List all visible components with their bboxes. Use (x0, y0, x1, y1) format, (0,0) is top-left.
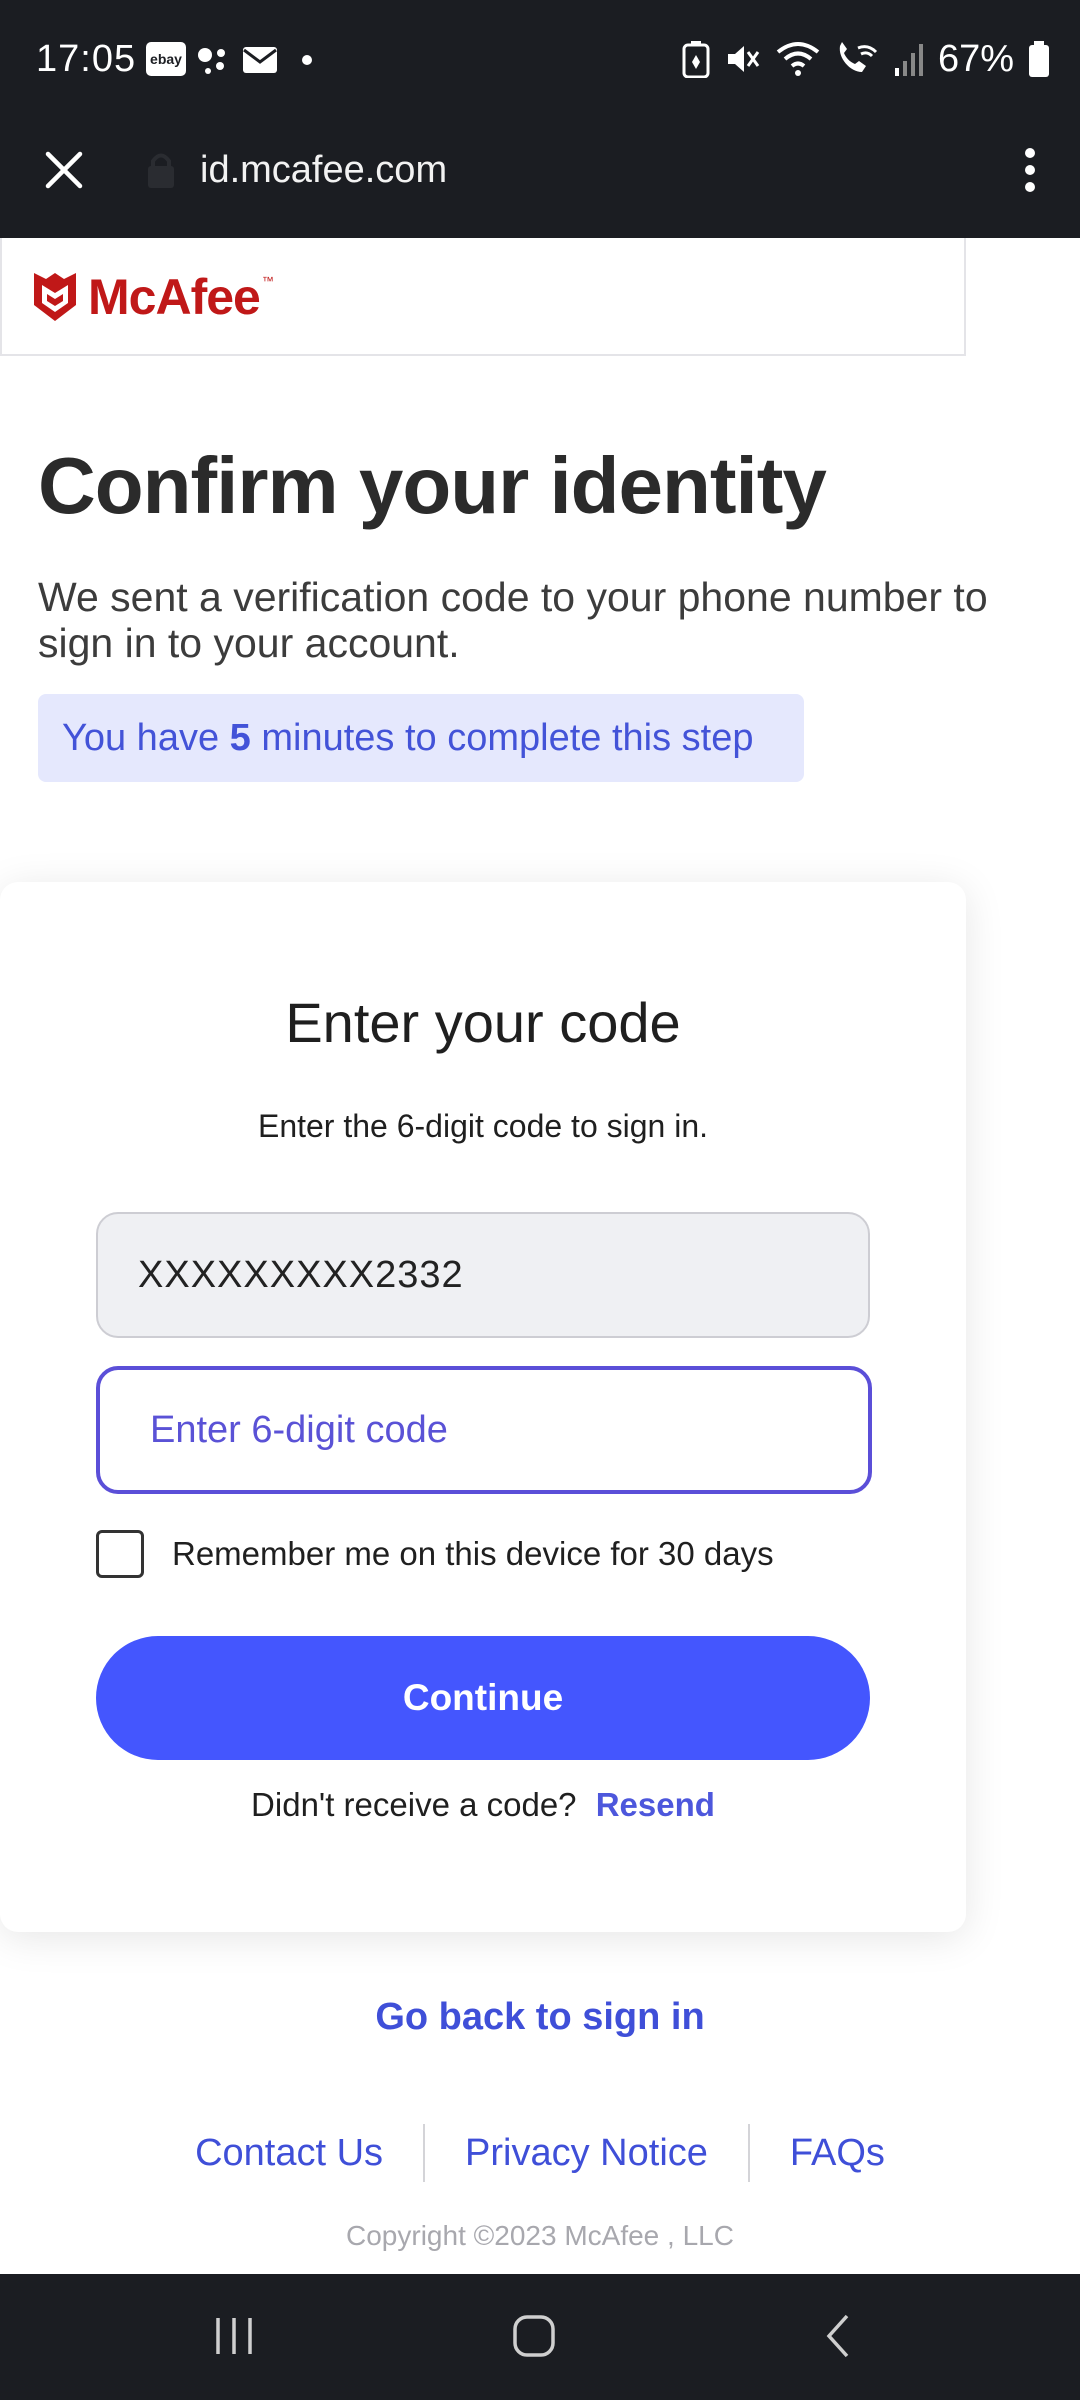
resend-link[interactable]: Resend (596, 1786, 715, 1823)
url-display[interactable]: id.mcafee.com (200, 140, 447, 200)
back-button[interactable] (788, 2296, 888, 2376)
mcafee-shield-icon (34, 273, 76, 321)
signal-icon (894, 44, 923, 76)
timer-banner: You have 5 minutes to complete this step (38, 694, 804, 782)
back-to-sign-in-link[interactable]: Go back to sign in (0, 1996, 1080, 2039)
battery-icon (1029, 41, 1049, 77)
contact-us-link[interactable]: Contact Us (155, 2132, 423, 2175)
remember-me-checkbox[interactable] (96, 1530, 144, 1578)
mail-icon (243, 47, 277, 73)
phone-number-field: XXXXXXXXX2332 (96, 1212, 870, 1338)
assistant-icon (198, 48, 225, 74)
verification-code-input[interactable] (96, 1366, 872, 1494)
faqs-link[interactable]: FAQs (750, 2132, 925, 2175)
mute-icon (727, 46, 760, 72)
code-card: Enter your code Enter the 6-digit code t… (0, 882, 966, 1932)
page-title: Confirm your identity (38, 441, 827, 530)
status-bar: 17:05 ebay 67% (0, 0, 1080, 120)
copyright: Copyright ©2023 McAfee , LLC (346, 2220, 734, 2251)
notification-dot-icon (302, 55, 312, 65)
timer-minutes: 5 (229, 717, 251, 759)
browser-toolbar: id.mcafee.com (0, 120, 1080, 238)
home-button[interactable] (484, 2296, 584, 2376)
mcafee-logo[interactable]: McAfee ™ (32, 268, 274, 326)
lock-icon (148, 153, 174, 188)
timer-suffix: minutes to complete this step (250, 717, 754, 759)
status-icons: 67% (682, 36, 1050, 82)
resend-prompt: Didn't receive a code? (251, 1786, 577, 1823)
recent-apps-icon (216, 2318, 252, 2354)
footer-links: Contact Us Privacy Notice FAQs (0, 2124, 1080, 2182)
privacy-notice-link[interactable]: Privacy Notice (425, 2132, 748, 2175)
resend-row: Didn't receive a code? Resend (0, 1786, 966, 1824)
wifi-calling-icon (839, 42, 877, 72)
home-icon (513, 2315, 555, 2357)
back-icon (826, 2314, 849, 2358)
battery-saver-icon (682, 41, 710, 78)
page-subtitle: We sent a verification code to your phon… (38, 574, 988, 666)
brand-name: McAfee (88, 269, 261, 325)
timer-prefix: You have (62, 717, 230, 759)
remember-me-row[interactable]: Remember me on this device for 30 days (96, 1530, 774, 1578)
close-tab-button[interactable] (34, 140, 94, 200)
remember-me-label[interactable]: Remember me on this device for 30 days (172, 1535, 774, 1573)
browser-menu-button[interactable] (1000, 140, 1060, 200)
continue-button[interactable]: Continue (96, 1636, 870, 1760)
ebay-icon: ebay (146, 42, 186, 76)
brand-header: McAfee ™ (0, 238, 966, 356)
brand-trademark: ™ (261, 274, 274, 288)
close-icon (45, 151, 83, 189)
system-nav-bar (0, 2274, 1080, 2400)
status-time: 17:05 (36, 38, 137, 80)
more-vert-icon (1025, 148, 1035, 192)
card-instruction: Enter the 6-digit code to sign in. (257, 1108, 709, 1144)
battery-percentage: 67% (937, 37, 1014, 80)
wifi-icon (776, 42, 820, 76)
card-title: Enter your code (285, 991, 681, 1054)
recent-apps-button[interactable] (184, 2296, 284, 2376)
